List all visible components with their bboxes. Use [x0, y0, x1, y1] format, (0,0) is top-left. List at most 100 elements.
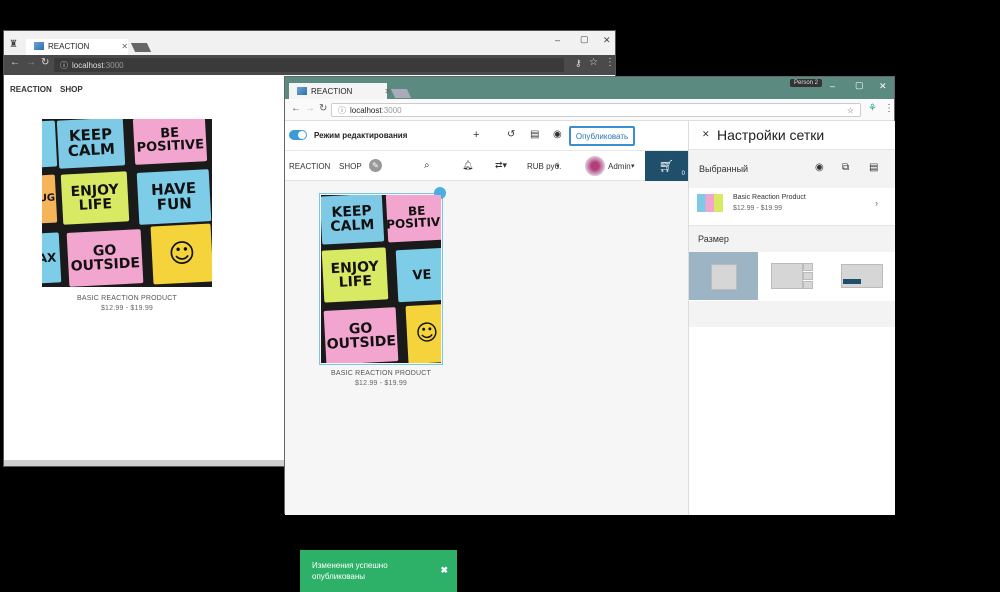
back-titlebar: ♜ REACTION ✕ – ▢ ✕ — [4, 31, 615, 55]
product-title[interactable]: BASIC REACTION PRODUCT — [319, 370, 443, 377]
chevron-down-icon: ▾ — [556, 163, 560, 170]
note-go-outside: GO OUTSIDE — [66, 229, 144, 287]
selected-label: Выбранный — [699, 164, 749, 174]
duplicate-icon[interactable]: ⧉ — [842, 162, 849, 173]
back-arrow-icon[interactable]: ← — [10, 57, 20, 68]
panel-header: ✕ Настройки сетки — [689, 121, 895, 150]
size-options — [689, 252, 895, 300]
maximize-icon[interactable]: ▢ — [855, 80, 864, 91]
close-toast-icon[interactable]: ✖ — [440, 565, 448, 576]
product-thumbnail — [697, 194, 723, 212]
front-tab-title: REACTION — [311, 86, 353, 96]
back-address-bar[interactable]: ⓘ localhost:3000 — [54, 58, 564, 72]
note-keep-calm: KEEP CALM — [56, 119, 126, 169]
address-host: localhost — [72, 60, 104, 70]
extension-icon[interactable]: ⚘ — [868, 103, 877, 114]
new-tab-button[interactable] — [130, 43, 152, 52]
note-hug: UG — [42, 174, 58, 224]
visibility-icon[interactable]: ◉ — [553, 129, 562, 140]
avatar[interactable] — [585, 156, 605, 176]
minimize-icon[interactable]: – — [830, 81, 835, 91]
note-be-positive: BE POSITIVE — [132, 119, 208, 165]
selected-product-row[interactable]: Basic Reaction Product $12.99 - $19.99 › — [689, 188, 895, 226]
foreground-browser-window: REACTION ✕ Person 2 – ▢ ✕ ← → ↻ ⓘ localh… — [284, 76, 895, 592]
back-tab-title: REACTION — [48, 41, 90, 51]
selected-section-bar: Выбранный ◉ ⧉ ▤ — [689, 150, 895, 188]
product-price: $12.99 - $19.99 — [100, 305, 154, 312]
smiley-note-icon: ☺ — [405, 303, 441, 363]
edit-toolbar: Режим редактирования + ↺ ▤ ◉ Опубликоват… — [285, 121, 688, 151]
reaction-logo-icon — [297, 87, 307, 95]
close-window-icon[interactable]: ✕ — [879, 81, 887, 92]
archive-icon[interactable]: ▤ — [530, 129, 539, 140]
edit-pencil-icon[interactable]: ✎ — [369, 159, 382, 172]
close-tab-icon[interactable]: ✕ — [121, 42, 128, 51]
minimize-icon[interactable]: – — [555, 35, 560, 45]
address-host: localhost — [350, 105, 382, 115]
edit-mode-label: Режим редактирования — [314, 131, 408, 140]
grid-settings-panel: ✕ Настройки сетки Выбранный ◉ ⧉ ▤ Basic … — [688, 121, 895, 515]
note-go-outside: GO OUTSIDE — [323, 307, 399, 363]
info-icon: ⓘ — [338, 105, 346, 115]
note-enjoy-life: ENJOY LIFE — [321, 247, 389, 303]
close-window-icon[interactable]: ✕ — [603, 35, 611, 46]
size-option-small[interactable] — [827, 252, 896, 300]
nav-shop-link[interactable]: SHOP — [339, 162, 362, 171]
maximize-icon[interactable]: ▢ — [580, 34, 589, 45]
edit-mode-toggle[interactable] — [289, 130, 307, 140]
star-icon[interactable]: ☆ — [589, 57, 598, 68]
size-label: Размер — [698, 234, 729, 244]
selected-product-price: $12.99 - $19.99 — [733, 205, 783, 212]
star-icon[interactable]: ☆ — [847, 106, 854, 115]
reload-icon[interactable]: ↻ — [41, 57, 49, 68]
front-navbar: ← → ↻ ⓘ localhost:3000 ☆ ⚘ ⋮ — [285, 99, 894, 121]
panel-title: Настройки сетки — [717, 127, 825, 143]
key-icon[interactable]: ⚷ — [575, 58, 582, 69]
product-title[interactable]: BASIC REACTION PRODUCT — [42, 295, 212, 302]
forward-arrow-icon[interactable]: → — [26, 57, 36, 68]
menu-dots-icon[interactable]: ⋮ — [605, 57, 615, 68]
back-navbar: ← → ↻ ⓘ localhost:3000 ⚷ ☆ ⋮ — [4, 55, 615, 75]
notification-bell-icon[interactable]: 🔔︎ — [462, 160, 473, 171]
chevron-right-icon: › — [875, 198, 878, 208]
front-address-bar[interactable]: ⓘ localhost:3000 ☆ — [331, 103, 861, 117]
address-port: :3000 — [103, 60, 124, 70]
back-tab[interactable]: REACTION ✕ — [28, 37, 134, 55]
forward-arrow-icon[interactable]: → — [305, 103, 315, 114]
search-icon[interactable]: ⌕ — [424, 160, 430, 171]
publish-button[interactable]: Опубликовать — [569, 126, 635, 146]
user-menu[interactable]: Admin — [608, 162, 631, 171]
nav-brand-link[interactable]: REACTION — [10, 85, 52, 94]
info-icon: ⓘ — [60, 60, 68, 70]
product-grid-canvas: KEEP CALM BE POSITIVE ENJOY LIFE VE GO O… — [285, 181, 688, 592]
product-price: $12.99 - $19.99 — [354, 380, 408, 387]
add-icon[interactable]: + — [473, 129, 479, 141]
cart-button[interactable]: 🛒︎ 0 — [645, 151, 688, 181]
store-navbar: REACTION SHOP ✎ ⌕ 🔔︎ ⇄▾ RUB руб. ▾ Admin… — [285, 151, 688, 181]
profile-badge[interactable]: Person 2 — [790, 79, 823, 87]
menu-dots-icon[interactable]: ⋮ — [884, 103, 894, 114]
new-tab-button[interactable] — [390, 89, 412, 98]
language-icon[interactable]: ⇄▾ — [495, 160, 507, 171]
product-image[interactable]: KEEP CALM BE POSITIVE ENJOY LIFE VE GO O… — [321, 195, 441, 363]
selected-product-name: Basic Reaction Product — [733, 194, 806, 201]
note-keep-calm: KEEP CALM — [321, 195, 385, 245]
close-tab-icon[interactable]: ✕ — [384, 87, 391, 96]
size-section-bar: Размер — [689, 226, 895, 252]
address-port: :3000 — [381, 105, 402, 115]
front-tab[interactable]: REACTION ✕ — [291, 82, 397, 100]
back-arrow-icon[interactable]: ← — [291, 103, 301, 114]
undo-icon[interactable]: ↺ — [507, 129, 515, 140]
front-titlebar: REACTION ✕ Person 2 – ▢ ✕ — [285, 77, 894, 99]
toast-message: Изменения успешно опубликованы — [312, 561, 388, 581]
size-option-medium[interactable] — [758, 252, 827, 300]
nav-brand-link[interactable]: REACTION — [289, 162, 330, 171]
size-option-large[interactable] — [689, 252, 758, 300]
product-image[interactable]: KEEP CALM BE POSITIVE UG ENJOY LIFE HAVE… — [42, 119, 212, 287]
reload-icon[interactable]: ↻ — [319, 103, 327, 114]
close-panel-icon[interactable]: ✕ — [702, 129, 710, 140]
visibility-icon[interactable]: ◉ — [815, 162, 824, 173]
nav-shop-link[interactable]: SHOP — [60, 85, 83, 94]
note-have-fun: VE — [395, 247, 441, 303]
archive-icon[interactable]: ▤ — [869, 162, 878, 173]
